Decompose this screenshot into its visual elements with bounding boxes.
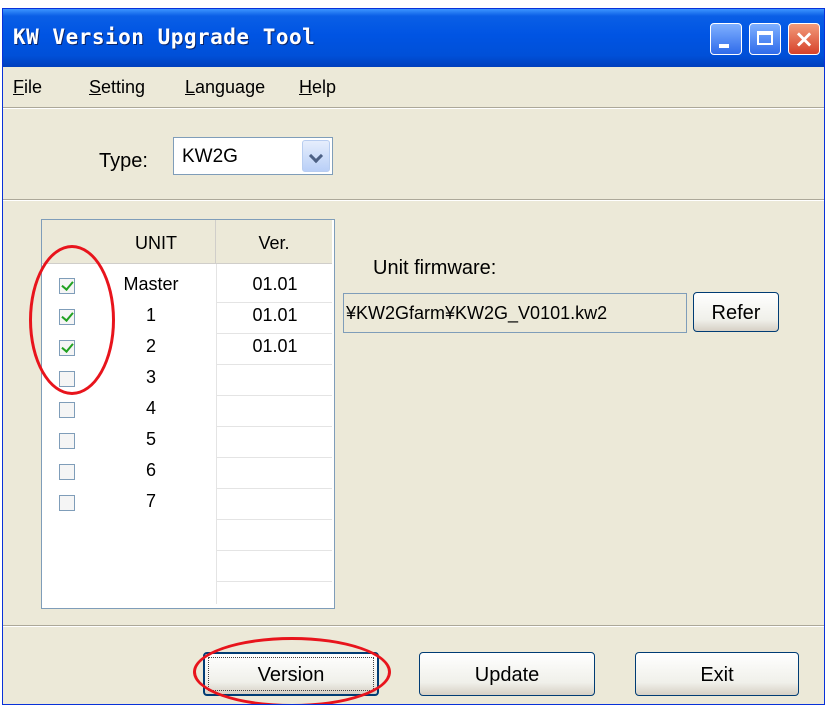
title-bar[interactable]: KW Version Upgrade Tool × [3, 9, 824, 67]
minimize-button[interactable] [710, 23, 742, 55]
unit-checkbox[interactable] [59, 464, 75, 480]
annotation-circle-version [193, 637, 391, 704]
unit-name: 5 [145, 429, 156, 449]
exit-button-label: Exit [700, 664, 734, 686]
grid-line [216, 519, 332, 520]
firmware-path: ¥KW2Gfarm¥KW2G_V0101.kw2 [346, 303, 608, 323]
unit-version: 01.01 [252, 336, 298, 356]
unit-name: 6 [145, 460, 156, 480]
exit-button[interactable]: Exit [635, 652, 799, 696]
type-label: Type: [99, 150, 148, 172]
unit-name: 3 [145, 367, 156, 387]
close-icon: × [793, 25, 815, 53]
unit-version: 01.01 [252, 274, 298, 294]
update-button-label: Update [474, 664, 540, 686]
unit-name: 4 [145, 398, 156, 418]
grid-line [216, 581, 332, 582]
table-row: 7 [42, 489, 334, 520]
window-title: KW Version Upgrade Tool [13, 25, 316, 49]
grid-line [216, 264, 217, 604]
type-select[interactable]: KW2G [173, 137, 333, 175]
menu-help[interactable]: Help [299, 77, 336, 98]
table-row: 5 [42, 427, 334, 458]
refer-button-label: Refer [711, 302, 761, 324]
table-row: 6 [42, 458, 334, 489]
app-window: KW Version Upgrade Tool × File Setting L… [2, 8, 825, 705]
unit-name: Master [123, 274, 179, 294]
unit-name: 7 [145, 491, 156, 511]
refer-button[interactable]: Refer [693, 292, 779, 332]
grid-line [216, 488, 332, 489]
grid-line [216, 550, 332, 551]
update-button[interactable]: Update [419, 652, 595, 696]
header-unit-cell: UNIT [96, 220, 216, 264]
firmware-label: Unit firmware: [373, 257, 497, 279]
unit-checkbox[interactable] [59, 433, 75, 449]
header-ver-cell: Ver. [216, 220, 332, 264]
maximize-button[interactable] [749, 23, 781, 55]
unit-checkbox[interactable] [59, 495, 75, 511]
unit-checkbox[interactable] [59, 402, 75, 418]
grid-line [216, 395, 332, 396]
chevron-down-icon[interactable] [302, 140, 330, 172]
table-row: 4 [42, 396, 334, 427]
grid-line [216, 457, 332, 458]
unit-version: 01.01 [252, 305, 298, 325]
grid-line [216, 302, 332, 303]
header-ver: Ver. [258, 233, 290, 253]
menu-setting[interactable]: Setting [89, 77, 145, 98]
menu-bar: File Setting Language Help [3, 67, 824, 107]
header-unit: UNIT [135, 233, 177, 253]
menu-file[interactable]: File [13, 77, 42, 98]
type-value: KW2G [182, 146, 238, 167]
menu-language[interactable]: Language [185, 77, 265, 98]
close-button[interactable]: × [788, 23, 820, 55]
section-separator [3, 199, 824, 201]
bottom-separator [3, 625, 824, 627]
grid-line [216, 333, 332, 334]
grid-line [216, 364, 332, 365]
grid-line [216, 426, 332, 427]
firmware-path-field[interactable]: ¥KW2Gfarm¥KW2G_V0101.kw2 [343, 293, 687, 333]
annotation-circle-checkboxes [29, 245, 115, 395]
menu-separator [3, 107, 824, 109]
